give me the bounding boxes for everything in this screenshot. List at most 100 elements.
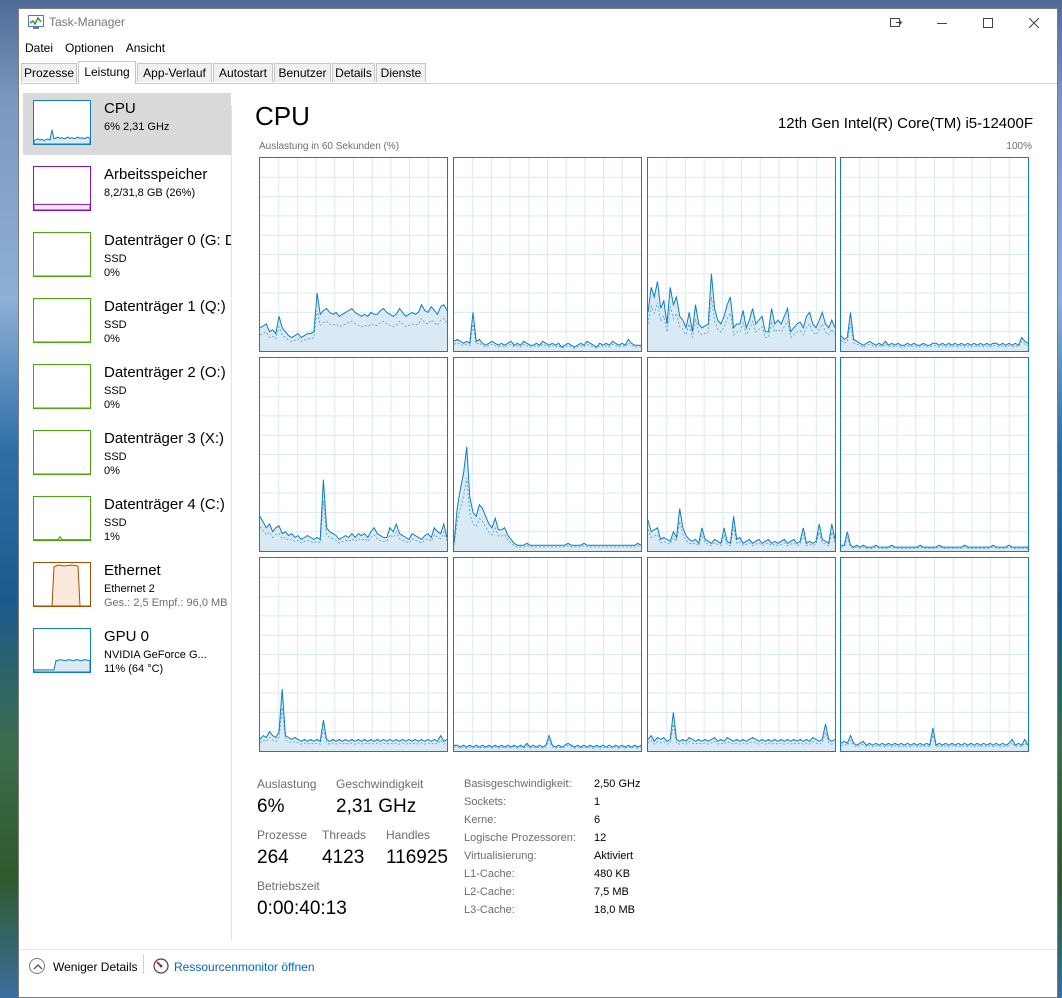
- tab-leistung[interactable]: Leistung: [78, 61, 136, 84]
- sidebar-item-ethernet[interactable]: Ethernet Ethernet 2 Ges.: 2,5 Empf.: 96,0 …: [23, 555, 231, 617]
- threads-value: 4123: [322, 847, 365, 868]
- logical-processor-graph-1: [453, 157, 642, 352]
- task-manager-window: Task-Manager Datei Optionen Ansicht Prozes…: [18, 8, 1058, 998]
- logical-processor-graph-5: [453, 357, 642, 552]
- page-title: CPU: [255, 101, 310, 131]
- sidebar-divider: [231, 105, 232, 941]
- tab-app-verlauf[interactable]: App-Verlauf: [137, 63, 212, 82]
- sidebar-item-subtitle: SSD: [104, 451, 127, 463]
- minimize-button[interactable]: [919, 9, 965, 37]
- logical-processor-graph-11: [840, 557, 1029, 752]
- auslastung-label: Auslastung: [257, 777, 317, 791]
- sidebar-item-value: 11% (64 °C): [104, 663, 164, 675]
- tab-dienste[interactable]: Dienste: [376, 63, 426, 82]
- compact-view-icon: [890, 18, 903, 27]
- core-graph-svg: [840, 158, 1029, 351]
- sidebar-item-datenträger-2-o[interactable]: Datenträger 2 (O:) SSD 0%: [23, 357, 231, 419]
- resource-monitor-link[interactable]: Ressourcenmonitor öffnen: [174, 960, 315, 974]
- menu-bar: Datei Optionen Ansicht: [19, 38, 171, 58]
- detail-value: 2,50 GHz: [594, 778, 641, 790]
- detail-value: 480 KB: [594, 868, 631, 880]
- tab-details[interactable]: Details: [332, 63, 375, 82]
- sidebar-item-cpu[interactable]: CPU 6% 2,31 GHz: [23, 93, 231, 155]
- disk-graph-icon: [33, 496, 91, 541]
- sidebar-item-subtitle: SSD: [104, 385, 127, 397]
- sidebar-item-datenträger-3-x[interactable]: Datenträger 3 (X:) SSD 0%: [23, 423, 231, 485]
- logical-processor-graph-8: [259, 557, 448, 752]
- core-graph-svg: [841, 358, 1028, 551]
- geschwindigkeit-label: Geschwindigkeit: [336, 777, 424, 791]
- core-graph-svg: [453, 358, 642, 551]
- logical-processor-graph-2: [647, 157, 836, 352]
- graph-caption: Auslastung in 60 Sekunden (%): [259, 141, 400, 152]
- sidebar-item-title: Arbeitsspeicher: [104, 166, 208, 183]
- sidebar-item-value: 1%: [104, 531, 120, 543]
- minimize-icon: [937, 23, 947, 24]
- sidebar-item-subtitle: NVIDIA GeForce G...: [104, 649, 207, 661]
- tab-autostart[interactable]: Autostart: [213, 63, 273, 82]
- network-graph-icon: [33, 562, 91, 607]
- logical-processor-graph-10: [647, 557, 836, 752]
- logical-processor-graph-6: [647, 357, 836, 552]
- core-graph-svg: [840, 558, 1029, 751]
- cpu-model: 12th Gen Intel(R) Core(TM) i5-12400F: [777, 115, 1033, 132]
- logical-processor-graph-3: [840, 157, 1029, 352]
- menu-ansicht[interactable]: Ansicht: [120, 38, 171, 58]
- prozesse-value: 264: [257, 847, 289, 868]
- sidebar-item-subtitle: SSD: [104, 319, 127, 331]
- tab-benutzer[interactable]: Benutzer: [274, 63, 331, 82]
- tab-prozesse[interactable]: Prozesse: [21, 63, 77, 82]
- task-manager-icon: [28, 15, 44, 29]
- tab-strip: Prozesse Leistung App-Verlauf Autostart …: [21, 61, 1057, 84]
- restore-to-compact-button[interactable]: [873, 9, 919, 37]
- close-button[interactable]: [1011, 9, 1057, 37]
- betriebszeit-value: 0:00:40:13: [257, 898, 347, 919]
- detail-value: Aktiviert: [594, 850, 634, 862]
- graph-max-label: 100%: [1006, 141, 1032, 152]
- sidebar-item-title: CPU: [104, 100, 136, 117]
- sidebar-item-value: 0%: [104, 267, 120, 279]
- menu-datei[interactable]: Datei: [19, 38, 59, 58]
- footer-bar: Weniger Details Ressourcenmonitor öffnen: [19, 949, 1057, 997]
- sidebar-item-subtitle: 6% 2,31 GHz: [104, 121, 170, 133]
- logical-processor-graph-7: [840, 357, 1029, 552]
- resource-monitor-icon: [153, 958, 169, 974]
- maximize-button[interactable]: [965, 9, 1011, 37]
- core-graph-svg: [647, 158, 836, 351]
- menu-optionen[interactable]: Optionen: [59, 38, 120, 58]
- detail-value: 7,5 MB: [594, 886, 629, 898]
- core-graph-svg: [454, 558, 642, 751]
- cpu-graph-icon: [33, 100, 91, 145]
- disk-graph-icon: [33, 430, 91, 475]
- detail-label: Virtualisierung:: [464, 850, 537, 862]
- sidebar-item-datenträger-4-c[interactable]: Datenträger 4 (C:) SSD 1%: [23, 489, 231, 551]
- detail-label: L1-Cache:: [464, 868, 515, 880]
- title-bar[interactable]: Task-Manager: [19, 9, 1057, 37]
- window-title: Task-Manager: [49, 15, 126, 29]
- sidebar-item-arbeitsspeicher[interactable]: Arbeitsspeicher 8,2/31,8 GB (26%): [23, 159, 231, 221]
- memory-graph-icon: [33, 166, 91, 211]
- sidebar-item-value: Ges.: 2,5 Empf.: 96,0 MB: [104, 597, 228, 609]
- disk-graph-icon: [33, 364, 91, 409]
- sidebar-item-title: Datenträger 2 (O:): [104, 364, 226, 381]
- maximize-icon: [983, 18, 993, 28]
- sidebar-item-gpu-0[interactable]: GPU 0 NVIDIA GeForce G... 11% (64 °C): [23, 621, 231, 683]
- sidebar-item-value: 0%: [104, 333, 120, 345]
- detail-label: L2-Cache:: [464, 886, 515, 898]
- sidebar-item-title: Datenträger 1 (Q:): [104, 298, 226, 315]
- detail-label: Sockets:: [464, 796, 507, 808]
- sidebar-item-datenträger-1-q[interactable]: Datenträger 1 (Q:) SSD 0%: [23, 291, 231, 353]
- logical-processor-graphs[interactable]: [259, 157, 1032, 752]
- logical-processor-graph-4: [259, 357, 448, 552]
- core-graph-svg: [259, 558, 448, 751]
- core-graph-svg: [259, 158, 448, 351]
- detail-label: Logische Prozessoren:: [464, 832, 576, 844]
- performance-panel: CPU 6% 2,31 GHz Arbeitsspeicher 8,2/31,8 GB…: [19, 83, 1057, 949]
- detail-label: Kerne:: [464, 814, 497, 826]
- fewer-details-label: Weniger Details: [53, 960, 138, 974]
- sidebar-item-value: 0%: [104, 399, 120, 411]
- detail-value: 1: [594, 796, 601, 808]
- sidebar-item-datenträger-0-g-d[interactable]: Datenträger 0 (G: D SSD 0%: [23, 225, 231, 287]
- detail-label: Basisgeschwindigkeit:: [464, 778, 572, 790]
- disk-graph-icon: [33, 232, 91, 277]
